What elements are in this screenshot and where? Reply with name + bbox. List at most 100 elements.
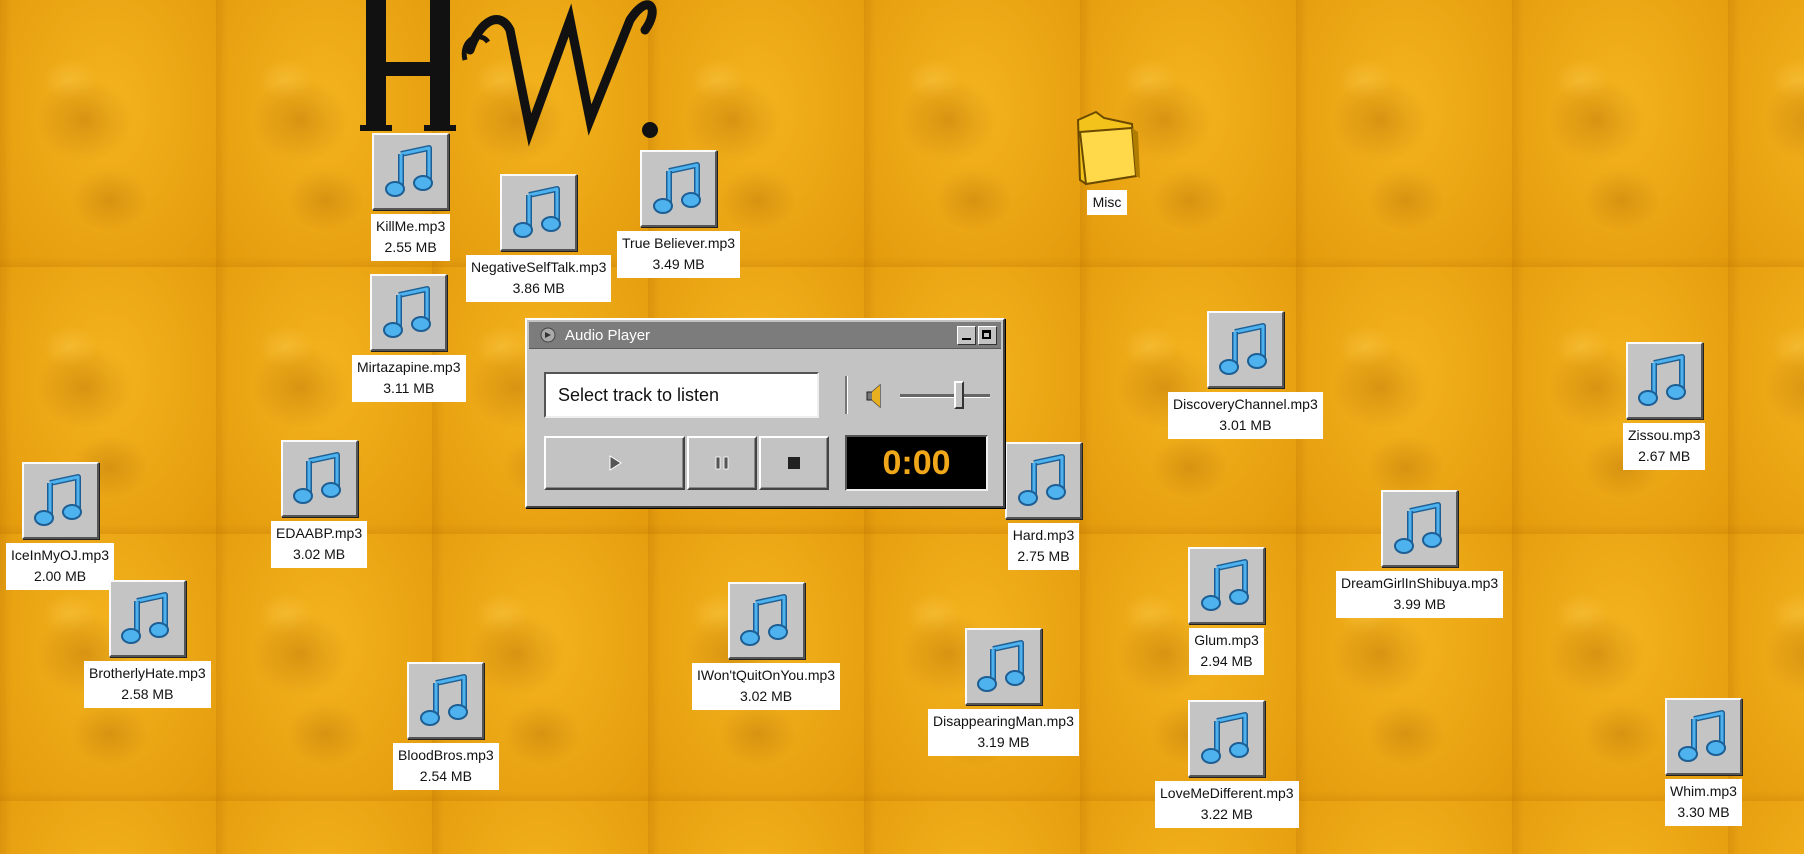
track-tile[interactable]	[1381, 490, 1459, 567]
track-label: IWon'tQuitOnYou.mp3 3.02 MB	[692, 663, 841, 710]
track-file-icon[interactable]: EDAABP.mp3 3.02 MB	[271, 440, 368, 568]
music-note-icon	[1200, 711, 1249, 764]
track-label: KillMe.mp3 2.55 MB	[371, 214, 451, 261]
track-name: IceInMyOJ.mp3	[11, 547, 110, 563]
track-name: DiscoveryChannel.mp3	[1173, 396, 1318, 412]
maximize-button[interactable]	[978, 325, 997, 345]
track-tile[interactable]	[964, 628, 1042, 705]
track-size: 3.30 MB	[1677, 804, 1730, 820]
stop-icon	[788, 457, 800, 469]
time-display: 0:00	[845, 435, 988, 491]
music-note-icon	[1200, 558, 1249, 611]
minimize-button[interactable]	[957, 325, 976, 345]
music-note-icon	[512, 185, 561, 238]
track-label: DiscoveryChannel.mp3 3.01 MB	[1168, 392, 1323, 439]
track-file-icon[interactable]: IceInMyOJ.mp3 2.00 MB	[6, 462, 115, 590]
track-tile[interactable]	[1206, 311, 1284, 388]
track-size: 3.99 MB	[1393, 596, 1446, 612]
track-tile[interactable]	[500, 174, 578, 251]
track-label: True Believer.mp3 3.49 MB	[617, 231, 741, 278]
track-tile[interactable]	[108, 580, 186, 657]
track-file-icon[interactable]: DisappearingMan.mp3 3.19 MB	[928, 628, 1079, 756]
music-note-icon	[1393, 501, 1442, 554]
track-file-icon[interactable]: BloodBros.mp3 2.54 MB	[393, 662, 499, 790]
track-size: 3.49 MB	[652, 256, 705, 272]
track-label: BloodBros.mp3 2.54 MB	[393, 743, 499, 790]
track-name: KillMe.mp3	[376, 218, 446, 234]
track-tile[interactable]	[727, 582, 805, 659]
pause-button[interactable]	[687, 436, 757, 490]
track-label: Whim.mp3 3.30 MB	[1665, 779, 1742, 826]
track-name: Hard.mp3	[1012, 527, 1075, 543]
track-file-icon[interactable]: Glum.mp3 2.94 MB	[1188, 547, 1265, 675]
track-name: IWon'tQuitOnYou.mp3	[697, 667, 836, 683]
track-tile[interactable]	[280, 440, 358, 517]
track-size: 2.58 MB	[121, 686, 174, 702]
audio-player-window[interactable]: Audio Player Select track to listen 0:00	[525, 318, 1005, 508]
track-file-icon[interactable]: Whim.mp3 3.30 MB	[1665, 698, 1742, 826]
track-name: Whim.mp3	[1670, 783, 1737, 799]
track-file-icon[interactable]: NegativeSelfTalk.mp3 3.86 MB	[466, 174, 612, 302]
track-name: EDAABP.mp3	[276, 525, 363, 541]
track-file-icon[interactable]: BrotherlyHate.mp3 2.58 MB	[84, 580, 211, 708]
track-tile[interactable]	[1005, 442, 1082, 519]
track-tile[interactable]	[1188, 547, 1265, 624]
track-size: 3.11 MB	[383, 380, 435, 396]
track-name: LoveMeDifferent.mp3	[1160, 785, 1294, 801]
track-label: DisappearingMan.mp3 3.19 MB	[928, 709, 1079, 756]
play-button[interactable]	[544, 436, 685, 490]
track-size: 3.19 MB	[977, 734, 1030, 750]
music-note-icon	[1677, 709, 1726, 762]
music-note-icon	[293, 451, 342, 504]
track-size: 3.02 MB	[739, 688, 793, 704]
track-tile[interactable]	[1665, 698, 1742, 775]
track-file-icon[interactable]: DreamGirlInShibuya.mp3 3.99 MB	[1336, 490, 1504, 618]
music-note-icon	[34, 473, 83, 526]
speaker-icon[interactable]	[863, 382, 891, 410]
folder-misc[interactable]: Misc	[1074, 110, 1140, 215]
track-size: 2.67 MB	[1638, 448, 1691, 464]
track-file-icon[interactable]: Zissou.mp3 2.67 MB	[1623, 342, 1706, 470]
track-name: Mirtazapine.mp3	[357, 359, 461, 375]
track-tile[interactable]	[370, 274, 448, 351]
track-size: 2.54 MB	[419, 768, 472, 784]
track-tile[interactable]	[640, 150, 718, 227]
volume-slider-thumb[interactable]	[954, 381, 964, 409]
volume-slider-track[interactable]	[900, 394, 990, 398]
track-size: 3.02 MB	[292, 546, 346, 562]
audio-player-titlebar[interactable]: Audio Player	[529, 322, 1001, 349]
folder-icon	[1076, 110, 1140, 186]
track-size: 3.86 MB	[512, 280, 565, 296]
track-size: 2.75 MB	[1017, 548, 1070, 564]
stop-button[interactable]	[759, 436, 829, 490]
track-tile[interactable]	[372, 133, 450, 210]
track-size: 2.55 MB	[384, 239, 437, 255]
track-file-icon[interactable]: IWon'tQuitOnYou.mp3 3.02 MB	[692, 582, 841, 710]
music-note-icon	[121, 591, 170, 644]
music-note-icon	[652, 161, 701, 214]
volume-divider	[845, 376, 848, 414]
music-note-icon	[977, 639, 1026, 692]
track-label: LoveMeDifferent.mp3 3.22 MB	[1155, 781, 1299, 828]
track-tile[interactable]	[21, 462, 99, 539]
track-name: DreamGirlInShibuya.mp3	[1341, 575, 1499, 591]
track-label: EDAABP.mp3 3.02 MB	[271, 521, 368, 568]
play-icon	[609, 455, 622, 471]
track-file-icon[interactable]: LoveMeDifferent.mp3 3.22 MB	[1155, 700, 1299, 828]
track-label: NegativeSelfTalk.mp3 3.86 MB	[466, 255, 612, 302]
window-title: Audio Player	[565, 326, 651, 344]
track-file-icon[interactable]: KillMe.mp3 2.55 MB	[371, 133, 451, 261]
music-note-icon	[384, 144, 433, 197]
track-tile[interactable]	[1188, 700, 1266, 777]
music-note-icon	[382, 285, 431, 338]
track-label: Mirtazapine.mp3 3.11 MB	[352, 355, 466, 402]
track-file-icon[interactable]: DiscoveryChannel.mp3 3.01 MB	[1168, 311, 1323, 439]
track-file-icon[interactable]: Mirtazapine.mp3 3.11 MB	[352, 274, 466, 402]
music-note-icon	[740, 593, 789, 646]
track-tile[interactable]	[1625, 342, 1703, 419]
track-tile[interactable]	[407, 662, 485, 739]
track-size: 2.94 MB	[1200, 653, 1253, 669]
track-file-icon[interactable]: Hard.mp3 2.75 MB	[1005, 442, 1082, 570]
track-display: Select track to listen	[544, 372, 819, 418]
track-file-icon[interactable]: True Believer.mp3 3.49 MB	[617, 150, 741, 278]
